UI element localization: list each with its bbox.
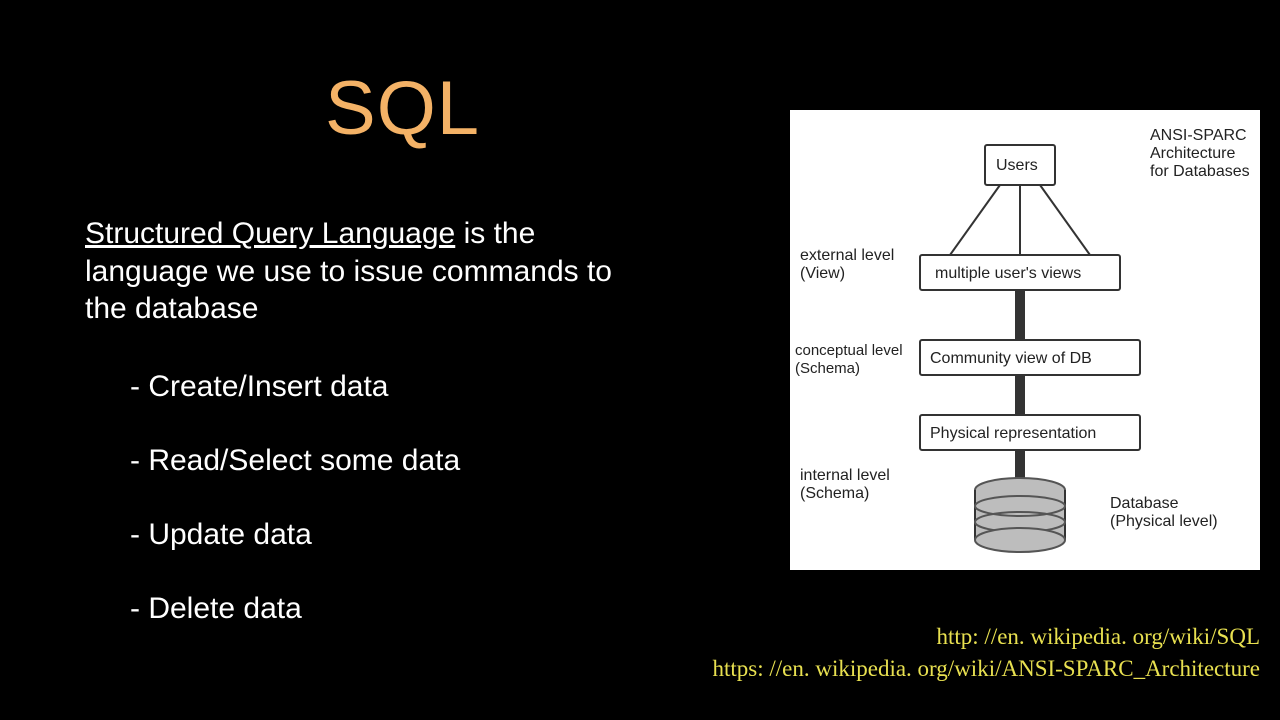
ansi-sparc-diagram: ANSI-SPARC Architecture for Databases Us… bbox=[790, 110, 1260, 570]
slide-title: SQL bbox=[325, 65, 480, 152]
db-label-2: (Physical level) bbox=[1110, 513, 1218, 530]
views-label: multiple user's views bbox=[935, 265, 1081, 282]
body-underlined: Structured Query Language bbox=[85, 217, 455, 250]
link-ansi-sparc: https: //en. wikipedia. org/wiki/ANSI-SP… bbox=[713, 656, 1261, 682]
bullet-item: Delete data bbox=[130, 592, 650, 626]
external-label-1: external level bbox=[800, 247, 894, 264]
users-label: Users bbox=[996, 157, 1038, 174]
diagram-title-line2: Architecture bbox=[1150, 145, 1235, 162]
bullet-item: Create/Insert data bbox=[130, 370, 650, 404]
bullet-item: Read/Select some data bbox=[130, 444, 650, 478]
diagram-title-line3: for Databases bbox=[1150, 163, 1250, 180]
db-label-1: Database bbox=[1110, 495, 1179, 512]
reference-links: http: //en. wikipedia. org/wiki/SQL http… bbox=[713, 618, 1261, 682]
external-label-2: (View) bbox=[800, 265, 845, 282]
physical-label: Physical representation bbox=[930, 425, 1096, 442]
bullet-item: Update data bbox=[130, 518, 650, 552]
internal-label-1: internal level bbox=[800, 467, 890, 484]
conceptual-label-1: conceptual level bbox=[795, 342, 903, 359]
community-label: Community view of DB bbox=[930, 350, 1092, 367]
internal-label-2: (Schema) bbox=[800, 485, 869, 502]
diagram-title-line1: ANSI-SPARC bbox=[1150, 127, 1247, 144]
link-sql: http: //en. wikipedia. org/wiki/SQL bbox=[713, 624, 1261, 650]
slide: SQL Structured Query Language is the lan… bbox=[0, 0, 1280, 720]
slide-body: Structured Query Language is the languag… bbox=[85, 215, 645, 328]
bullet-list: Create/Insert data Read/Select some data… bbox=[130, 370, 650, 666]
conceptual-label-2: (Schema) bbox=[795, 360, 860, 377]
